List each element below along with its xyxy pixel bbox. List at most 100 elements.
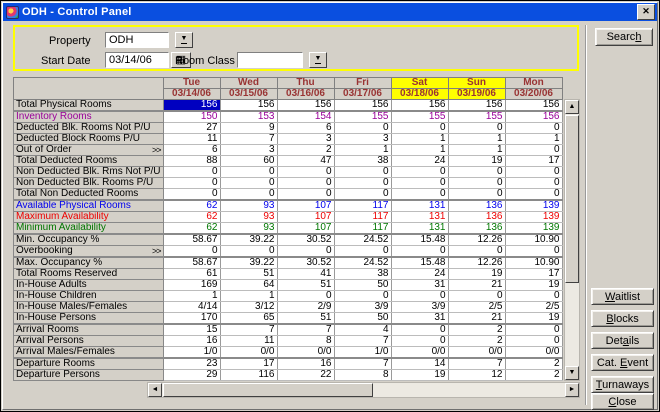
grid-cell[interactable]: 0/0 — [448, 347, 505, 359]
grid-cell[interactable]: 0 — [334, 246, 391, 258]
grid-cell[interactable]: 0 — [505, 167, 562, 178]
grid-cell[interactable]: 2 — [448, 324, 505, 336]
grid-cell[interactable]: 0 — [505, 189, 562, 201]
grid-cell[interactable]: 0 — [277, 189, 334, 201]
grid-cell[interactable]: 0 — [334, 178, 391, 189]
grid-cell[interactable]: 3 — [277, 134, 334, 145]
grid-cell[interactable]: 0 — [277, 178, 334, 189]
grid-cell[interactable]: 93 — [220, 223, 277, 235]
grid-cell[interactable]: 0 — [220, 189, 277, 201]
grid-cell[interactable]: 88 — [163, 156, 220, 167]
grid-cell[interactable]: 62 — [163, 200, 220, 212]
grid-cell[interactable]: 19 — [391, 370, 448, 381]
grid-cell[interactable]: 50 — [334, 280, 391, 291]
grid-cell[interactable]: 153 — [220, 111, 277, 123]
grid-cell[interactable]: 2 — [448, 336, 505, 347]
grid-cell[interactable]: 117 — [334, 200, 391, 212]
grid-cell[interactable]: 27 — [163, 123, 220, 134]
grid-cell[interactable]: 0 — [505, 123, 562, 134]
grid-cell[interactable]: 131 — [391, 212, 448, 223]
grid-cell[interactable]: 155 — [391, 111, 448, 123]
grid-cell[interactable]: 156 — [448, 100, 505, 112]
grid-cell[interactable]: 0 — [163, 178, 220, 189]
grid-cell[interactable]: 17 — [505, 156, 562, 167]
grid-cell[interactable]: 156 — [277, 100, 334, 112]
vertical-scroll-thumb[interactable] — [565, 115, 579, 283]
grid-cell[interactable]: 0 — [220, 167, 277, 178]
grid-cell[interactable]: 2 — [505, 358, 562, 370]
grid-cell[interactable]: 7 — [277, 324, 334, 336]
grid-cell[interactable]: 4/14 — [163, 302, 220, 313]
grid-cell[interactable]: 1 — [334, 145, 391, 156]
grid-cell[interactable]: 107 — [277, 200, 334, 212]
grid-cell[interactable]: 30.52 — [277, 234, 334, 246]
search-button[interactable]: Search — [595, 28, 653, 46]
property-field[interactable]: ODH — [105, 32, 169, 48]
horizontal-scroll-thumb[interactable] — [163, 383, 373, 397]
grid-cell[interactable]: 58.67 — [163, 234, 220, 246]
grid-cell[interactable]: 0/0 — [277, 347, 334, 359]
grid-cell[interactable]: 16 — [277, 358, 334, 370]
grid-cell[interactable]: 139 — [505, 212, 562, 223]
grid-cell[interactable]: 169 — [163, 280, 220, 291]
grid-cell[interactable]: 24 — [391, 156, 448, 167]
grid-cell[interactable]: 0 — [448, 246, 505, 258]
grid-cell[interactable]: 0 — [391, 246, 448, 258]
grid-cell[interactable]: 50 — [334, 313, 391, 325]
grid-cell[interactable]: 0 — [505, 145, 562, 156]
grid-cell[interactable]: 136 — [448, 212, 505, 223]
grid-cell[interactable]: 0 — [448, 178, 505, 189]
grid-cell[interactable]: 17 — [220, 358, 277, 370]
grid-cell[interactable]: 19 — [505, 313, 562, 325]
grid-cell[interactable]: 8 — [277, 336, 334, 347]
grid-cell[interactable]: 0 — [391, 324, 448, 336]
grid-cell[interactable]: 154 — [277, 111, 334, 123]
grid-cell[interactable]: 0 — [277, 167, 334, 178]
blocks-button[interactable]: Blocks — [591, 310, 654, 327]
grid-cell[interactable]: 0 — [277, 246, 334, 258]
grid-cell[interactable]: 21 — [448, 313, 505, 325]
grid-cell[interactable]: 62 — [163, 212, 220, 223]
grid-cell[interactable]: 0 — [505, 291, 562, 302]
grid-cell[interactable]: 156 — [505, 100, 562, 112]
grid-cell[interactable]: 139 — [505, 200, 562, 212]
grid-cell[interactable]: 31 — [391, 313, 448, 325]
grid-cell[interactable]: 8 — [334, 370, 391, 381]
scroll-right-icon[interactable]: ► — [565, 383, 579, 397]
grid-cell[interactable]: 7 — [334, 358, 391, 370]
grid-cell[interactable]: 9 — [220, 123, 277, 134]
grid-cell[interactable]: 51 — [277, 313, 334, 325]
grid-cell[interactable]: 1/0 — [163, 347, 220, 359]
grid-cell[interactable]: 0 — [220, 246, 277, 258]
grid-cell[interactable]: 3 — [220, 145, 277, 156]
grid-cell[interactable]: 24.52 — [334, 234, 391, 246]
grid-cell[interactable]: 156 — [163, 100, 220, 112]
grid-cell[interactable]: 156 — [505, 111, 562, 123]
turnaways-button[interactable]: Turnaways — [591, 376, 654, 393]
grid-cell[interactable]: 10.90 — [505, 234, 562, 246]
grid-cell[interactable]: 2/9 — [277, 302, 334, 313]
grid-cell[interactable]: 7 — [448, 358, 505, 370]
property-dropdown-icon[interactable]: ▼ — [175, 32, 193, 48]
grid-cell[interactable]: 0 — [163, 189, 220, 201]
grid-cell[interactable]: 19 — [448, 269, 505, 280]
grid-cell[interactable]: 1 — [391, 145, 448, 156]
grid-cell[interactable]: 3 — [334, 134, 391, 145]
room-class-dropdown-icon[interactable]: ▼ — [309, 52, 327, 68]
grid-cell[interactable]: 61 — [163, 269, 220, 280]
grid-cell[interactable]: 19 — [505, 280, 562, 291]
grid-cell[interactable]: 10.90 — [505, 257, 562, 269]
row-expander-icon[interactable]: >> — [150, 145, 161, 155]
grid-cell[interactable]: 155 — [334, 111, 391, 123]
grid-cell[interactable]: 2 — [505, 370, 562, 381]
grid-cell[interactable]: 0 — [448, 167, 505, 178]
details-button[interactable]: Details — [591, 332, 654, 349]
title-bar[interactable]: ODH - Control Panel ✕ — [3, 3, 657, 21]
grid-cell[interactable]: 117 — [334, 223, 391, 235]
grid-cell[interactable]: 0 — [334, 123, 391, 134]
grid-cell[interactable]: 170 — [163, 313, 220, 325]
grid-cell[interactable]: 7 — [220, 324, 277, 336]
grid-cell[interactable]: 29 — [163, 370, 220, 381]
grid-cell[interactable]: 0 — [277, 291, 334, 302]
horizontal-scrollbar[interactable]: ◄ ► — [147, 382, 580, 398]
